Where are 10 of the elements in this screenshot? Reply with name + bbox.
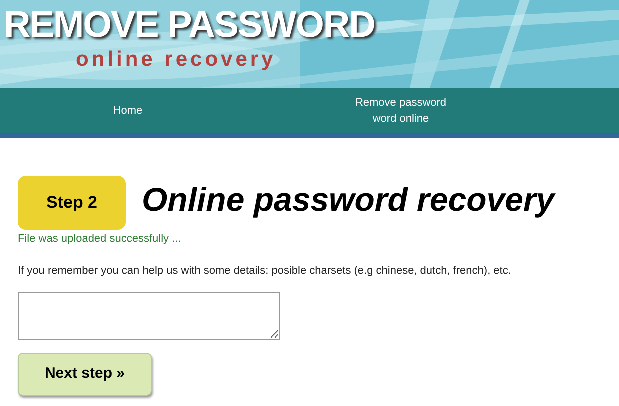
status-message: File was uploaded successfully ... (18, 232, 182, 247)
step-badge: Step 2 (18, 176, 126, 230)
nav-link[interactable]: Remove password word online (346, 94, 456, 126)
page-heading: Online password recovery (142, 180, 555, 220)
details-field[interactable] (18, 292, 280, 340)
nav-link[interactable]: Home (73, 102, 183, 118)
instructions-text: If you remember you can help us with some details: posible charsets (e.g chinese, dutch, french), etc. (18, 264, 512, 278)
site-subtitle: online recovery (76, 48, 276, 72)
site-title: REMOVE PASSWORD (4, 3, 375, 47)
next-step-button[interactable]: Next step » (18, 353, 152, 396)
